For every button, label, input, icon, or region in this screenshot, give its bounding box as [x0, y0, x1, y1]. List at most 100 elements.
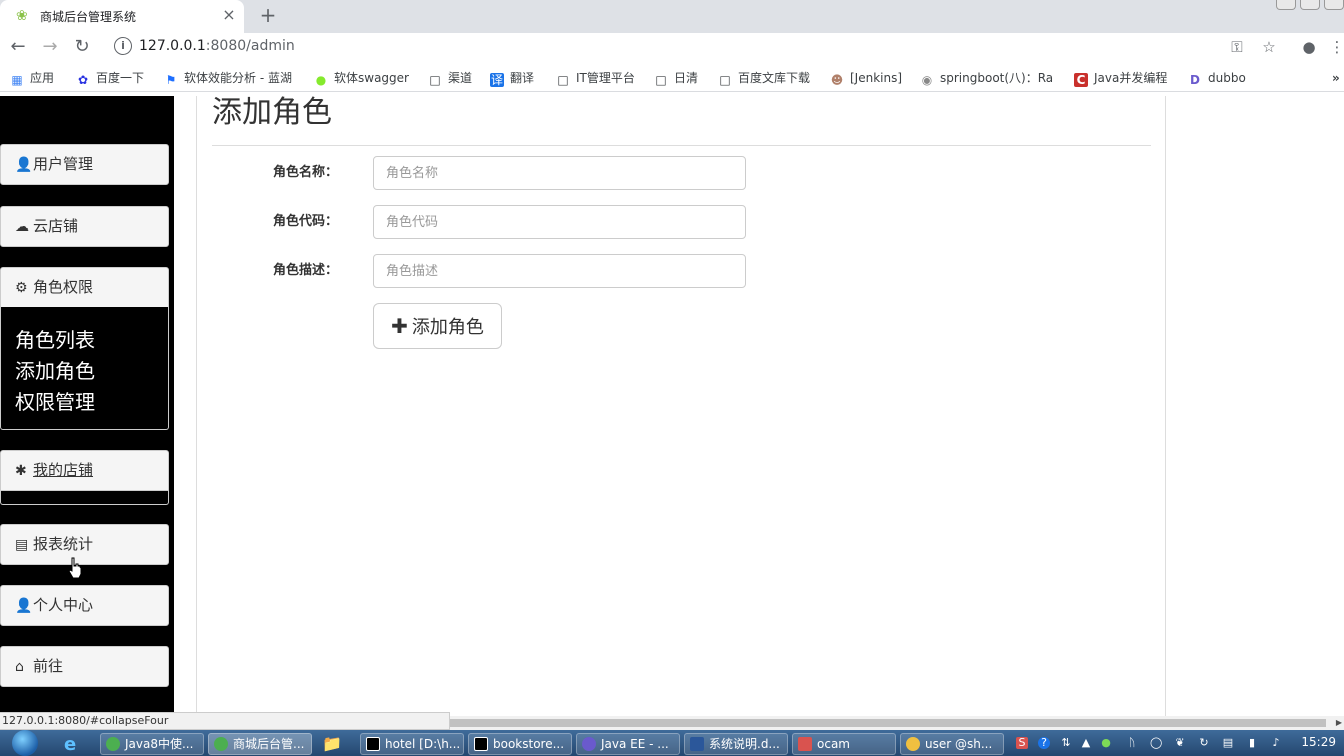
sidebar-item-my-store[interactable]: ✱ 我的店铺: [0, 450, 169, 491]
signal-bars-icon[interactable]: ▮: [1246, 737, 1258, 749]
bookmark-apps[interactable]: ▦ 应用: [10, 70, 55, 87]
springboot-icon: ◉: [921, 73, 933, 87]
network-icon[interactable]: ⇅: [1060, 737, 1072, 749]
page-viewport: 👤用户管理 ☁ 云店铺 ⚙ 角色权限 角色列表 添加角色 权限管理 ✱ 我的店铺 ▤ 报…: [0, 96, 1344, 716]
taskbar-item[interactable]: 系统说明.d...: [684, 733, 788, 755]
windows-logo-icon: [12, 730, 38, 756]
bookmark-dubbo[interactable]: Ddubbo: [1188, 70, 1246, 87]
word-icon: [690, 737, 704, 751]
swagger-icon: ●: [315, 73, 327, 87]
ocam-icon: [798, 737, 812, 751]
more-bookmarks-chevron-icon[interactable]: »: [1332, 70, 1340, 86]
tray-expand-icon[interactable]: ▲: [1080, 737, 1092, 749]
close-tab-icon[interactable]: ×: [220, 6, 238, 24]
taskbar-item[interactable]: ocam: [792, 733, 896, 755]
back-arrow-icon[interactable]: ←: [6, 35, 30, 59]
profile-avatar-icon[interactable]: ●: [1300, 38, 1318, 56]
bookmark-jenkins[interactable]: ☻ [Jenkins]: [830, 70, 902, 87]
submenu-add-role[interactable]: 添加角色: [15, 356, 168, 387]
taskbar-item-label: 系统说明.d...: [709, 737, 780, 751]
key-icon[interactable]: ⚿: [1228, 38, 1246, 56]
bookmark-translate[interactable]: 译翻译: [490, 70, 534, 87]
my-store-collapse-panel: [0, 491, 169, 505]
sidebar-item-role-permissions[interactable]: ⚙ 角色权限: [0, 267, 169, 308]
sidebar-item-personal-center[interactable]: 👤个人中心: [0, 585, 169, 626]
menu-kebab-icon[interactable]: ⋮: [1328, 38, 1344, 56]
bookmark-star-icon[interactable]: ☆: [1260, 38, 1278, 56]
reload-icon[interactable]: ↻: [70, 35, 94, 59]
taskbar-item[interactable]: Java EE - ...: [576, 733, 680, 755]
sidebar-item-label: 用户管理: [33, 155, 94, 173]
role-description-label: 角色描述：: [273, 263, 339, 278]
close-window-button[interactable]: [1324, 0, 1344, 10]
windows-taskbar: e Java8中使... 商城后台管... 📁 hotel [D:\h... b…: [0, 730, 1344, 756]
site-info-icon[interactable]: i: [114, 37, 132, 55]
minimize-window-button[interactable]: [1276, 0, 1296, 10]
taskbar-item[interactable]: user @sh...: [900, 733, 1004, 755]
new-tab-plus-icon[interactable]: +: [256, 3, 280, 27]
sidebar-item-go[interactable]: ⌂ 前往: [0, 646, 169, 687]
start-button[interactable]: [4, 730, 44, 756]
taskbar-item[interactable]: Java8中使...: [100, 733, 204, 755]
bookmark-springboot[interactable]: ◉ springboot(八)：Ra: [920, 70, 1053, 87]
sync-icon[interactable]: ↻: [1198, 737, 1210, 749]
wechat-icon[interactable]: ●: [1100, 737, 1112, 749]
taskbar-item[interactable]: hotel [D:\h...: [360, 733, 464, 755]
page-icon: □: [655, 73, 667, 87]
restore-window-button[interactable]: [1300, 0, 1320, 10]
jenkins-icon: ☻: [830, 73, 844, 87]
role-code-label: 角色代码：: [273, 214, 339, 229]
bookmark-java-concurrency[interactable]: C Java并发编程: [1074, 70, 1167, 87]
window-controls: [1276, 0, 1344, 14]
add-role-button-label: 添加角色: [411, 317, 484, 338]
terminal-icon: [906, 737, 920, 751]
sidebar-item-cloud-store[interactable]: ☁ 云店铺: [0, 206, 169, 247]
bookmark-label: 软体swagger: [334, 71, 409, 85]
submenu-permission-management[interactable]: 权限管理: [15, 387, 168, 418]
taskbar-item[interactable]: bookstore...: [468, 733, 572, 755]
clipboard-icon[interactable]: ▤: [1222, 737, 1234, 749]
role-code-input[interactable]: [373, 205, 746, 239]
add-role-button[interactable]: ✚ 添加角色: [373, 303, 502, 349]
file-explorer-icon[interactable]: 📁: [322, 734, 346, 754]
eclipse-icon: [582, 737, 596, 751]
sidebar-item-reports[interactable]: ▤ 报表统计: [0, 524, 169, 565]
bookmark-lanhu[interactable]: ⚑ 软体效能分析 - 蓝湖: [164, 70, 292, 87]
sidebar: 👤用户管理 ☁ 云店铺 ⚙ 角色权限 角色列表 添加角色 权限管理 ✱ 我的店铺 ▤ 报…: [0, 96, 174, 716]
role-name-input[interactable]: [373, 156, 746, 190]
bookmark-it-platform[interactable]: □ IT管理平台: [556, 70, 635, 87]
sidebar-item-label: 云店铺: [33, 217, 79, 235]
scrollbar-thumb[interactable]: [450, 719, 1326, 727]
bookmark-wenku[interactable]: □ 百度文库下载: [718, 70, 810, 87]
sidebar-item-label: 个人中心: [33, 596, 94, 614]
help-icon[interactable]: ?: [1038, 737, 1050, 749]
browser-tab-active[interactable]: ❀ 商城后台管理系统 ×: [0, 0, 244, 33]
bookmark-baidu[interactable]: ✿ 百度一下: [76, 70, 145, 87]
forward-arrow-icon[interactable]: →: [38, 35, 62, 59]
bookmark-label: 百度一下: [96, 71, 145, 85]
bookmark-swagger[interactable]: ● 软体swagger: [314, 70, 409, 87]
security-shield-icon[interactable]: ◯: [1150, 737, 1162, 749]
role-description-input[interactable]: [373, 254, 746, 288]
bluetooth-icon[interactable]: ᚢ: [1126, 737, 1138, 749]
clock-time[interactable]: 15:29: [1301, 735, 1336, 749]
taskbar-item-active[interactable]: 商城后台管...: [208, 733, 312, 755]
address-bar[interactable]: i 127.0.0.1:8080/admin: [108, 34, 1288, 60]
taskbar-item-label: ocam: [817, 737, 850, 751]
bookmark-label: 应用: [30, 71, 55, 85]
bookmark-riqing[interactable]: □ 日清: [654, 70, 698, 87]
taskbar-item-label: Java8中使...: [125, 737, 194, 751]
chrome-icon: [214, 737, 228, 751]
asterisk-icon: ✱: [15, 463, 27, 479]
feather-icon[interactable]: ❦: [1174, 737, 1186, 749]
intellij-icon: [366, 737, 380, 751]
submenu-role-list[interactable]: 角色列表: [15, 325, 168, 356]
sidebar-item-user-management[interactable]: 👤用户管理: [0, 144, 169, 185]
horizontal-scrollbar[interactable]: ▶: [450, 716, 1344, 730]
ie-pinned-icon[interactable]: e: [64, 734, 88, 755]
sidebar-item-label: 前往: [33, 657, 64, 675]
bookmark-qudao[interactable]: □ 渠道: [428, 70, 472, 87]
scroll-right-arrow-icon[interactable]: ▶: [1336, 718, 1342, 727]
sogou-input-icon[interactable]: S: [1016, 737, 1028, 749]
volume-icon[interactable]: ♪: [1270, 737, 1282, 749]
